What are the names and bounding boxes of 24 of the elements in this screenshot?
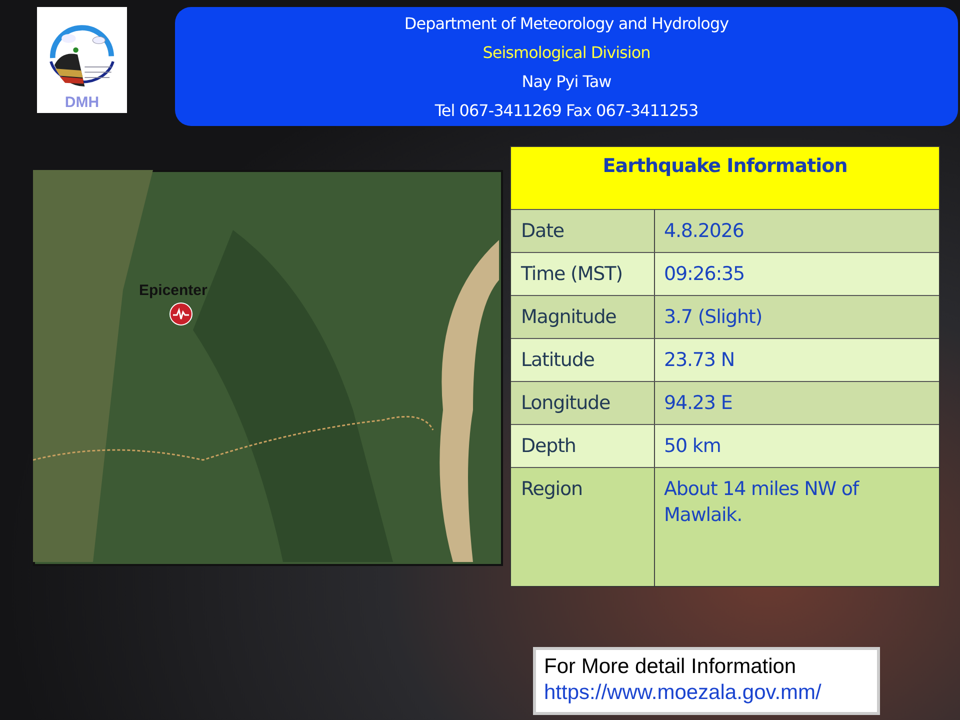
table-cell-text: 23.73 N xyxy=(663,348,736,373)
table-cell: Depth xyxy=(511,425,655,467)
table-cell-text: About 14 miles NW of Mawlaik. xyxy=(663,477,860,528)
table-cell: Region xyxy=(511,468,655,586)
header-line: Tel 067-3411269 Fax 067-3411253 xyxy=(434,100,698,122)
table-cell-text: 09:26:35 xyxy=(663,262,746,287)
table-cell-text: 3.7 (Slight) xyxy=(663,305,764,330)
table-cell-text: 50 km xyxy=(663,434,722,459)
table-cell: Date xyxy=(511,210,655,252)
logo-text: DMH xyxy=(64,94,100,111)
table-cell-text: 4.8.2026 xyxy=(663,219,745,244)
epicenter-marker-icon xyxy=(169,302,193,326)
website-link[interactable]: https://www.moezala.gov.mm/ xyxy=(544,680,869,706)
table-cell: Latitude xyxy=(511,339,655,381)
table-title: Earthquake Information xyxy=(511,147,939,210)
table-cell: Magnitude xyxy=(511,296,655,338)
info-text: For More detail Information xyxy=(544,654,798,680)
table-cell: Time (MST) xyxy=(511,253,655,295)
header-line: Seismological Division xyxy=(482,42,650,64)
table-cell: Longitude xyxy=(511,382,655,424)
header-line: Department of Meteorology and Hydrology xyxy=(404,12,729,34)
epicenter-label: Epicenter xyxy=(139,282,208,299)
header-line: Nay Pyi Taw xyxy=(522,70,612,92)
table-cell-text: 94.23 E xyxy=(663,391,734,416)
